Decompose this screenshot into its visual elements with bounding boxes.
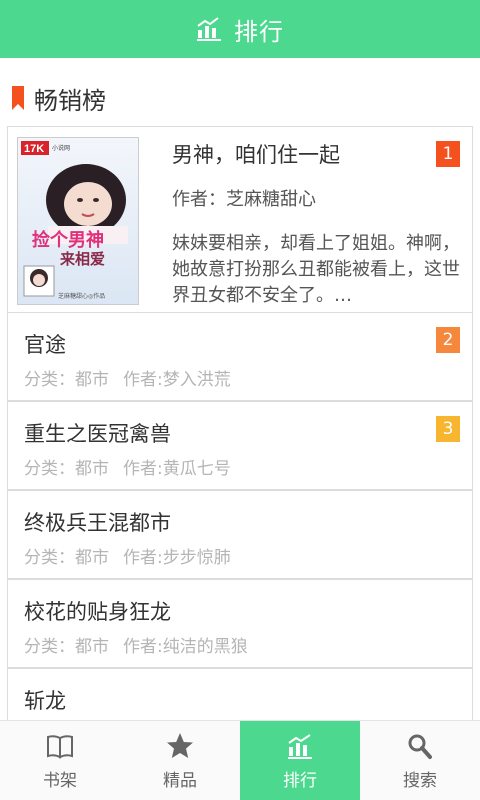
book-category: 分类：都市 — [24, 637, 109, 657]
tab-ranking[interactable]: 排行 — [240, 721, 360, 800]
tab-featured[interactable]: 精品 — [120, 721, 240, 800]
book-description: 妹妹要相亲，却看上了姐姐。神啊，她故意打扮那么丑都能被看上，这世界丑女都不安全了… — [172, 233, 460, 306]
book-author: 作者:黄瓜七号 — [123, 459, 231, 479]
section-header: 畅销榜 — [12, 80, 106, 116]
book-author: 作者：芝麻糖甜心 — [172, 189, 316, 210]
rank-badge: 2 — [436, 327, 460, 353]
tab-label: 精品 — [163, 770, 197, 791]
book-title: 重生之医冠禽兽 — [24, 422, 171, 446]
book-row[interactable]: 终极兵王混都市 分类：都市 作者:步步惊肺 — [7, 490, 473, 579]
book-title: 斩龙 — [24, 689, 66, 713]
book-category: 分类：都市 — [24, 370, 109, 390]
star-icon — [167, 732, 193, 758]
book-meta: 分类：都市 作者:黄瓜七号 — [24, 454, 231, 479]
book-category: 分类：都市 — [24, 459, 109, 479]
chart-icon — [288, 733, 312, 759]
book-row[interactable]: 官途 分类：都市 作者:梦入洪荒 2 — [7, 312, 473, 401]
ranking-list[interactable]: 17K 小说网 捡个男神 来相爱 芝麻糖甜心◎作品 男神，咱们住一起 作者：芝麻… — [7, 126, 473, 720]
book-row[interactable]: 校花的贴身狂龙 分类：都市 作者:纯洁的黑狼 — [7, 579, 473, 668]
book-title: 男神，咱们住一起 — [172, 143, 340, 167]
featured-book-card[interactable]: 17K 小说网 捡个男神 来相爱 芝麻糖甜心◎作品 男神，咱们住一起 作者：芝麻… — [7, 126, 473, 313]
cover-logo-sub: 小说网 — [52, 144, 70, 152]
book-cover: 17K 小说网 捡个男神 来相爱 芝麻糖甜心◎作品 — [17, 137, 139, 305]
tab-label: 排行 — [283, 770, 317, 791]
chart-icon — [197, 17, 221, 41]
rank-badge: 1 — [436, 141, 460, 167]
cover-title-2: 来相爱 — [59, 250, 105, 268]
section-title: 畅销榜 — [34, 86, 106, 115]
tab-search[interactable]: 搜索 — [360, 721, 480, 800]
book-title: 终极兵王混都市 — [24, 511, 171, 535]
search-icon — [408, 734, 432, 759]
page-title: 排行 — [234, 17, 284, 46]
book-category: 分类：都市 — [24, 548, 109, 568]
bookmark-icon — [12, 86, 24, 110]
cover-title-1: 捡个男神 — [32, 229, 104, 251]
tab-bookshelf[interactable]: 书架 — [0, 721, 120, 800]
book-title: 校花的贴身狂龙 — [24, 600, 171, 624]
rank-badge: 3 — [436, 416, 460, 442]
book-meta: 分类：都市 作者:纯洁的黑狼 — [24, 632, 248, 657]
book-icon — [47, 734, 73, 759]
book-author: 作者:纯洁的黑狼 — [123, 637, 248, 657]
bottom-tab-bar: 书架 精品 排行 搜索 — [0, 720, 480, 800]
book-row[interactable]: 重生之医冠禽兽 分类：都市 作者:黄瓜七号 3 — [7, 401, 473, 490]
book-meta: 分类：都市 作者:梦入洪荒 — [24, 365, 231, 390]
tab-label: 书架 — [43, 770, 77, 791]
book-author: 作者:梦入洪荒 — [123, 370, 231, 390]
book-row[interactable]: 斩龙 — [7, 668, 473, 720]
book-title: 官途 — [24, 333, 66, 357]
app-header: 排行 — [0, 0, 480, 58]
tab-label: 搜索 — [403, 770, 437, 791]
book-meta: 分类：都市 作者:步步惊肺 — [24, 543, 231, 568]
cover-author: 芝麻糖甜心◎作品 — [58, 292, 105, 300]
book-author: 作者:步步惊肺 — [123, 548, 231, 568]
cover-logo: 17K — [24, 143, 44, 155]
